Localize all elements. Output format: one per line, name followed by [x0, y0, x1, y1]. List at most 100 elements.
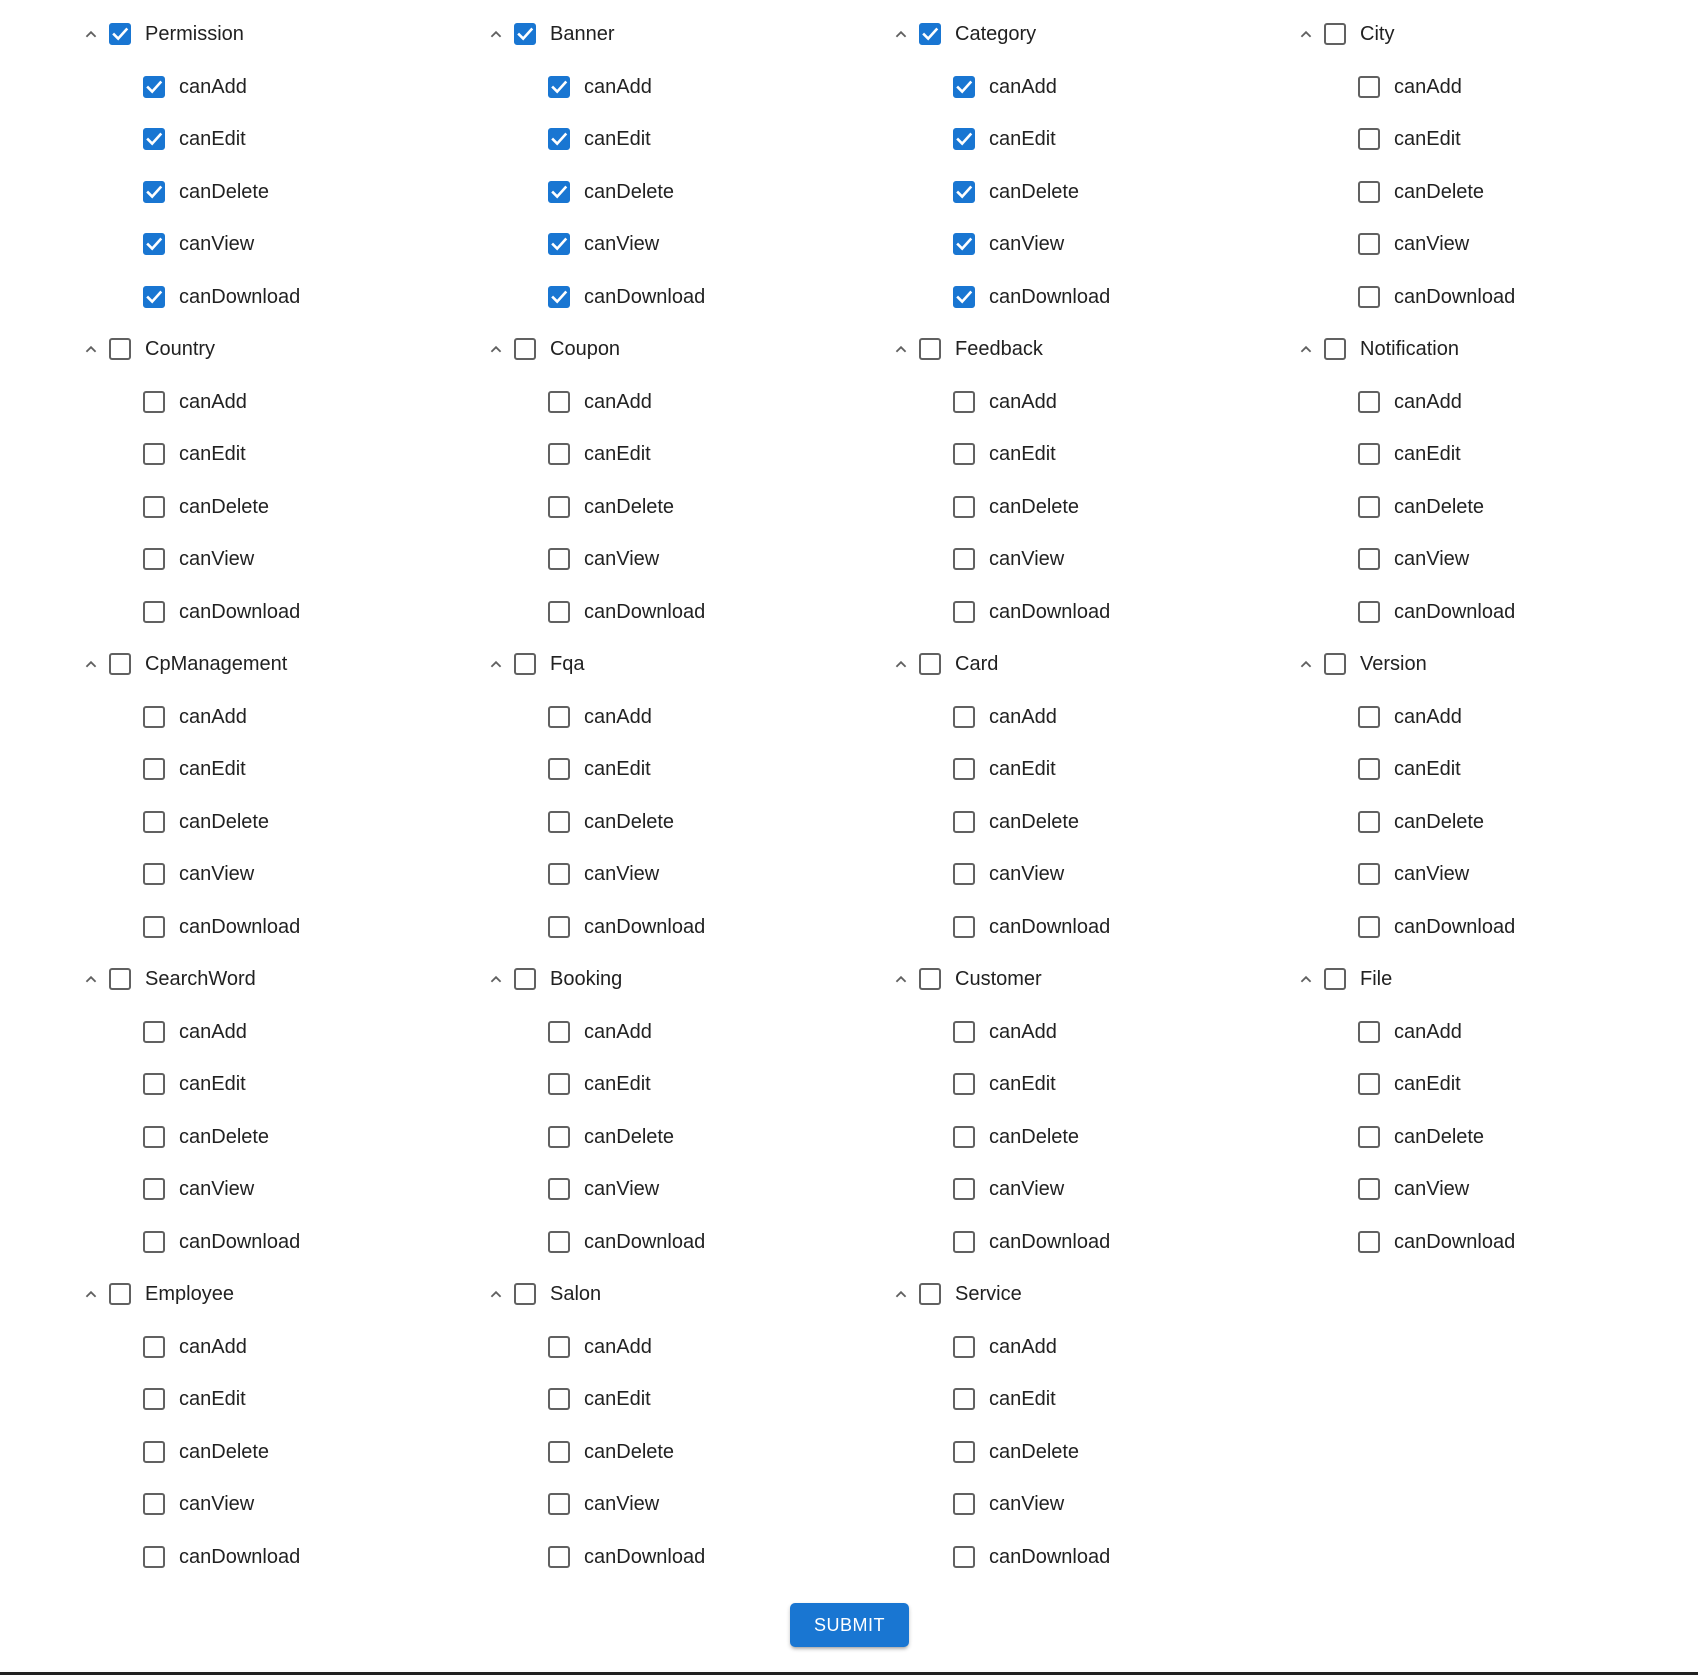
- permission-row-canadd[interactable]: canAdd: [1295, 70, 1695, 104]
- permission-row-candownload[interactable]: canDownload: [1295, 910, 1695, 944]
- group-header[interactable]: Permission: [80, 17, 480, 51]
- permission-checkbox[interactable]: [953, 1126, 975, 1148]
- permission-row-canview[interactable]: canView: [485, 1487, 885, 1521]
- permission-checkbox[interactable]: [143, 1021, 165, 1043]
- group-checkbox[interactable]: [514, 653, 536, 675]
- permission-row-candownload[interactable]: canDownload: [890, 1540, 1290, 1574]
- chevron-up-icon[interactable]: [1295, 338, 1317, 360]
- permission-row-canedit[interactable]: canEdit: [485, 437, 885, 471]
- permission-checkbox[interactable]: [953, 233, 975, 255]
- permission-row-canadd[interactable]: canAdd: [485, 70, 885, 104]
- group-header[interactable]: Card: [890, 647, 1290, 681]
- group-checkbox[interactable]: [1324, 653, 1346, 675]
- permission-row-canadd[interactable]: canAdd: [890, 385, 1290, 419]
- group-checkbox[interactable]: [919, 1283, 941, 1305]
- group-checkbox[interactable]: [514, 968, 536, 990]
- permission-row-candelete[interactable]: canDelete: [890, 805, 1290, 839]
- permission-row-candelete[interactable]: canDelete: [890, 1435, 1290, 1469]
- permission-row-canview[interactable]: canView: [485, 227, 885, 261]
- group-checkbox[interactable]: [919, 653, 941, 675]
- permission-row-canadd[interactable]: canAdd: [485, 700, 885, 734]
- permission-row-candelete[interactable]: canDelete: [80, 1120, 480, 1154]
- permission-row-candelete[interactable]: canDelete: [80, 1435, 480, 1469]
- permission-row-canview[interactable]: canView: [1295, 1172, 1695, 1206]
- chevron-up-icon[interactable]: [485, 1283, 507, 1305]
- permission-row-canview[interactable]: canView: [485, 542, 885, 576]
- permission-checkbox[interactable]: [953, 811, 975, 833]
- permission-checkbox[interactable]: [953, 601, 975, 623]
- permission-checkbox[interactable]: [143, 1126, 165, 1148]
- chevron-up-icon[interactable]: [485, 338, 507, 360]
- permission-row-candelete[interactable]: canDelete: [890, 490, 1290, 524]
- permission-checkbox[interactable]: [953, 1493, 975, 1515]
- permission-row-candelete[interactable]: canDelete: [485, 490, 885, 524]
- permission-row-canview[interactable]: canView: [80, 542, 480, 576]
- permission-checkbox[interactable]: [143, 76, 165, 98]
- permission-checkbox[interactable]: [953, 863, 975, 885]
- permission-row-candownload[interactable]: canDownload: [485, 1540, 885, 1574]
- permission-checkbox[interactable]: [548, 863, 570, 885]
- permission-row-candownload[interactable]: canDownload: [485, 280, 885, 314]
- group-header[interactable]: File: [1295, 962, 1695, 996]
- permission-row-canedit[interactable]: canEdit: [1295, 752, 1695, 786]
- group-checkbox[interactable]: [1324, 23, 1346, 45]
- permission-row-canadd[interactable]: canAdd: [1295, 385, 1695, 419]
- permission-checkbox[interactable]: [1358, 1178, 1380, 1200]
- chevron-up-icon[interactable]: [890, 968, 912, 990]
- group-header[interactable]: Banner: [485, 17, 885, 51]
- permission-checkbox[interactable]: [143, 233, 165, 255]
- chevron-up-icon[interactable]: [80, 968, 102, 990]
- permission-checkbox[interactable]: [548, 601, 570, 623]
- permission-checkbox[interactable]: [1358, 863, 1380, 885]
- permission-checkbox[interactable]: [143, 391, 165, 413]
- permission-row-canedit[interactable]: canEdit: [485, 122, 885, 156]
- permission-checkbox[interactable]: [1358, 391, 1380, 413]
- permission-checkbox[interactable]: [548, 1126, 570, 1148]
- permission-row-canedit[interactable]: canEdit: [485, 1382, 885, 1416]
- permission-row-candelete[interactable]: canDelete: [1295, 1120, 1695, 1154]
- permission-checkbox[interactable]: [953, 443, 975, 465]
- permission-checkbox[interactable]: [548, 76, 570, 98]
- permission-checkbox[interactable]: [143, 548, 165, 570]
- permission-row-candownload[interactable]: canDownload: [890, 595, 1290, 629]
- group-header[interactable]: CpManagement: [80, 647, 480, 681]
- permission-checkbox[interactable]: [143, 706, 165, 728]
- permission-checkbox[interactable]: [1358, 1126, 1380, 1148]
- chevron-up-icon[interactable]: [80, 1283, 102, 1305]
- permission-row-candownload[interactable]: canDownload: [890, 910, 1290, 944]
- permission-checkbox[interactable]: [548, 811, 570, 833]
- chevron-up-icon[interactable]: [890, 23, 912, 45]
- permission-checkbox[interactable]: [953, 1073, 975, 1095]
- permission-checkbox[interactable]: [548, 181, 570, 203]
- permission-checkbox[interactable]: [548, 1073, 570, 1095]
- permission-row-candelete[interactable]: canDelete: [1295, 175, 1695, 209]
- permission-row-candownload[interactable]: canDownload: [80, 1540, 480, 1574]
- permission-row-candownload[interactable]: canDownload: [1295, 595, 1695, 629]
- group-header[interactable]: Category: [890, 17, 1290, 51]
- permission-checkbox[interactable]: [548, 1388, 570, 1410]
- permission-row-canedit[interactable]: canEdit: [80, 437, 480, 471]
- permission-row-canadd[interactable]: canAdd: [80, 385, 480, 419]
- permission-checkbox[interactable]: [953, 1021, 975, 1043]
- permission-checkbox[interactable]: [548, 1231, 570, 1253]
- permission-row-candelete[interactable]: canDelete: [80, 175, 480, 209]
- group-checkbox[interactable]: [919, 23, 941, 45]
- permission-checkbox[interactable]: [143, 1493, 165, 1515]
- group-checkbox[interactable]: [514, 1283, 536, 1305]
- permission-row-canadd[interactable]: canAdd: [485, 1330, 885, 1364]
- permission-row-canview[interactable]: canView: [80, 1172, 480, 1206]
- permission-checkbox[interactable]: [143, 1231, 165, 1253]
- group-checkbox[interactable]: [514, 23, 536, 45]
- permission-checkbox[interactable]: [143, 758, 165, 780]
- permission-checkbox[interactable]: [1358, 758, 1380, 780]
- permission-row-candownload[interactable]: canDownload: [485, 595, 885, 629]
- permission-checkbox[interactable]: [1358, 76, 1380, 98]
- permission-row-canview[interactable]: canView: [1295, 857, 1695, 891]
- chevron-up-icon[interactable]: [80, 338, 102, 360]
- chevron-up-icon[interactable]: [890, 653, 912, 675]
- permission-checkbox[interactable]: [953, 758, 975, 780]
- permission-checkbox[interactable]: [143, 601, 165, 623]
- group-checkbox[interactable]: [109, 968, 131, 990]
- permission-checkbox[interactable]: [1358, 1021, 1380, 1043]
- permission-row-canview[interactable]: canView: [1295, 227, 1695, 261]
